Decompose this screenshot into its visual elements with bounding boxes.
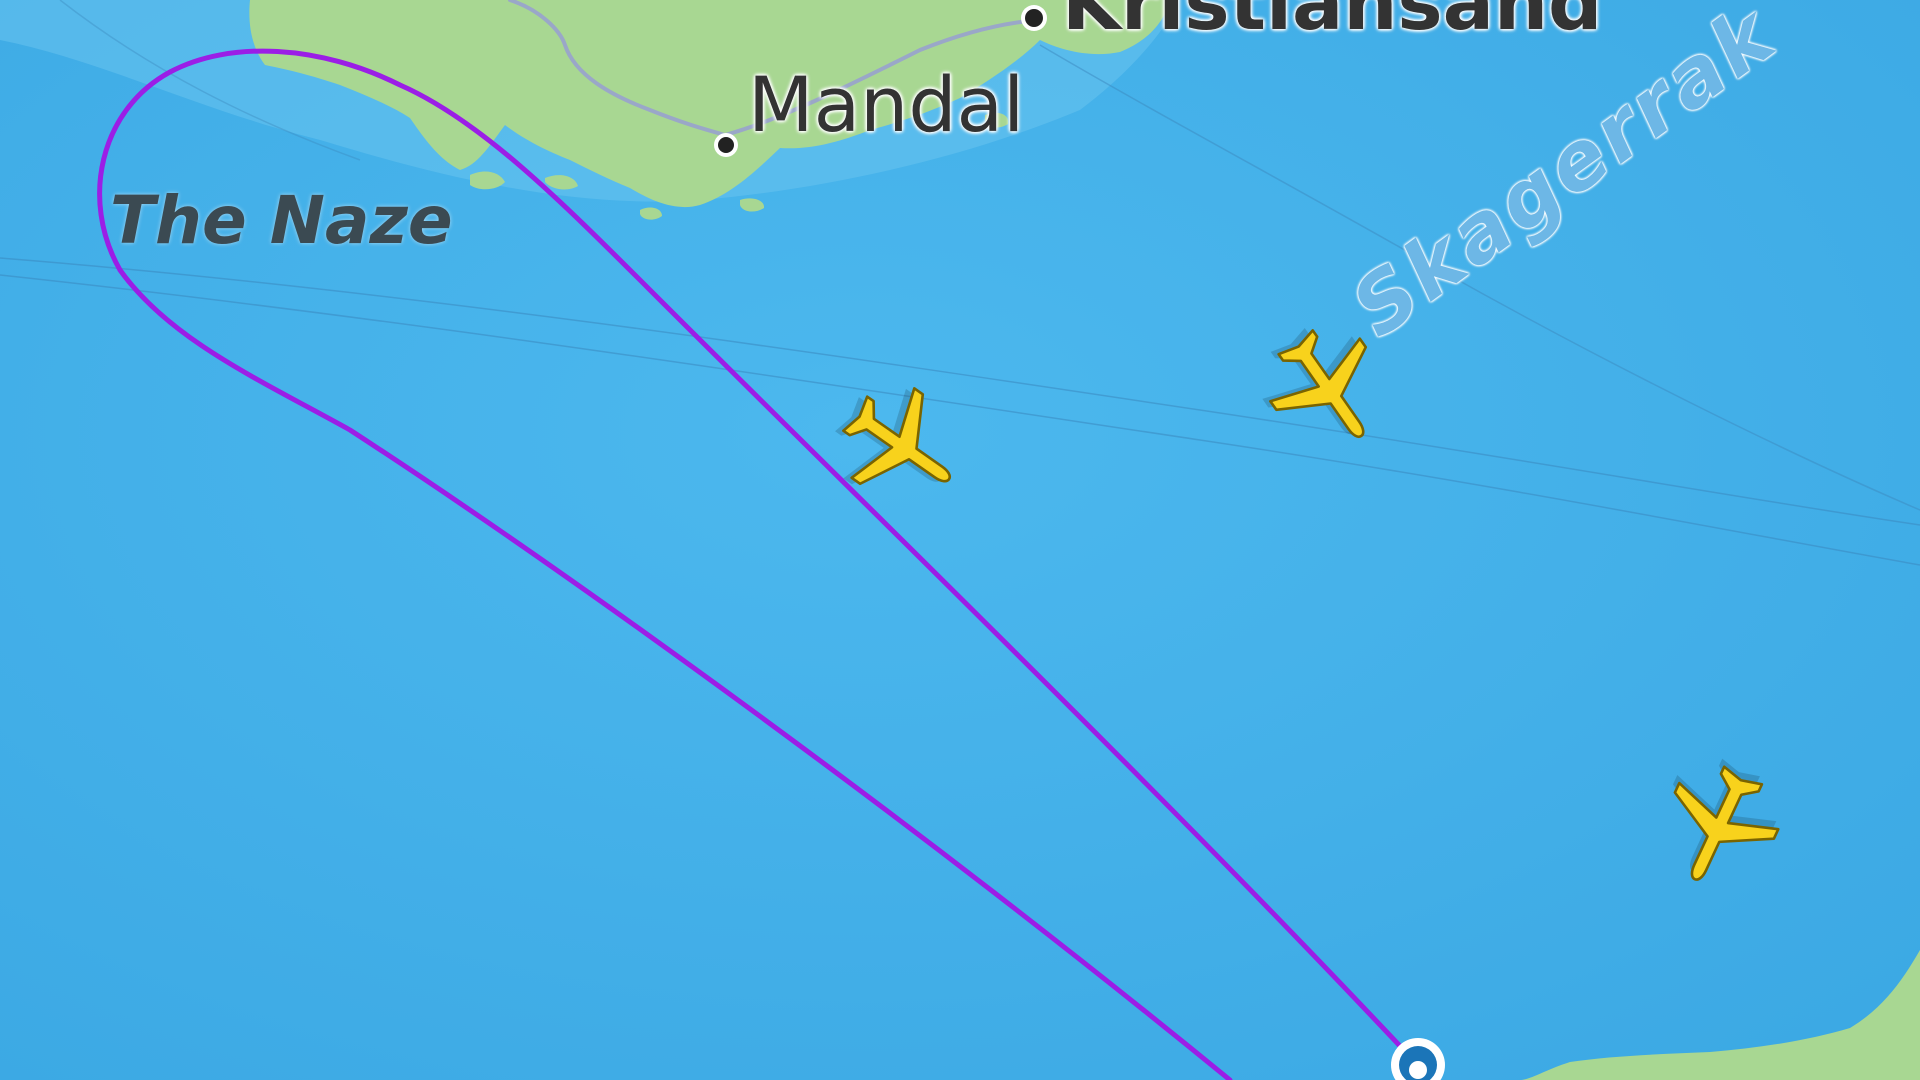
airplane-icon[interactable] xyxy=(1655,758,1785,890)
place-label-mandal[interactable]: Mandal xyxy=(748,60,1024,149)
place-label-kristiansand[interactable]: Kristiansand xyxy=(1062,0,1602,47)
airplane-icon[interactable] xyxy=(1262,322,1392,452)
region-label-the-naze: The Naze xyxy=(110,182,453,259)
airplane-icon xyxy=(1672,758,1780,881)
map-view[interactable]: Kristiansand Mandal The Naze Skagerrak xyxy=(0,0,1920,1080)
airplane-icon xyxy=(1262,328,1368,439)
airplane-icon[interactable] xyxy=(835,380,965,510)
city-dot-kristiansand xyxy=(1021,5,1047,31)
airplane-icon xyxy=(835,387,952,486)
city-dot-mandal xyxy=(714,133,738,157)
